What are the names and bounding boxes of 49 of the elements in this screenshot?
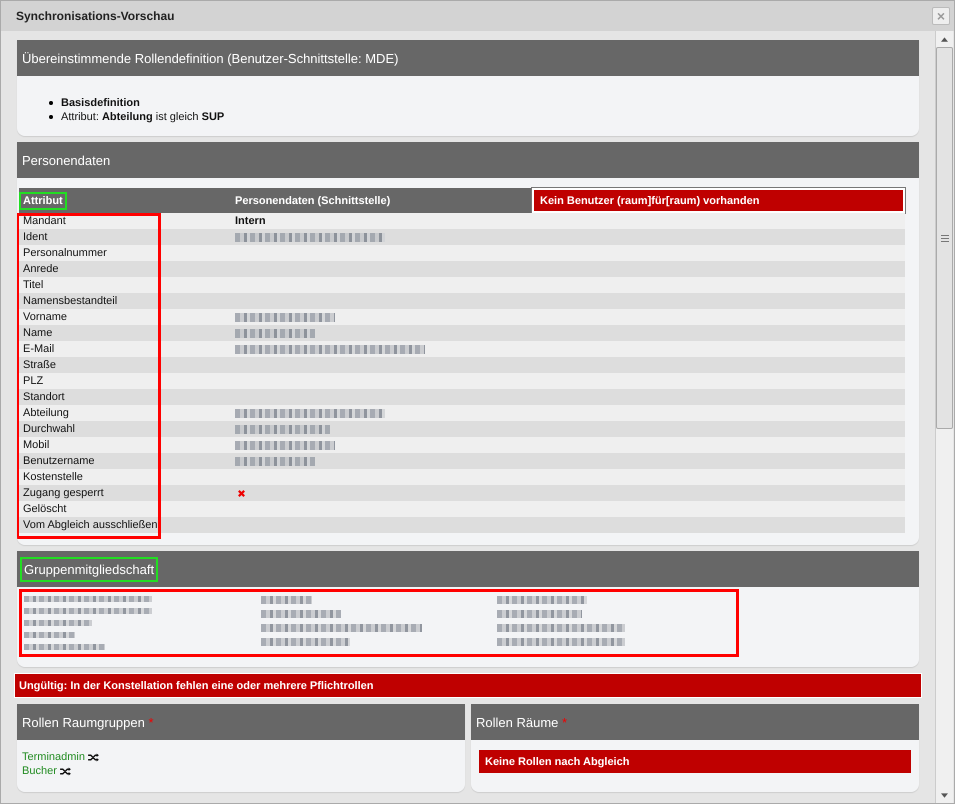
role-name: Bucher: [22, 764, 57, 778]
attribute-label: Gelöscht: [23, 503, 66, 515]
panel-title: Personendaten: [22, 152, 110, 168]
shuffle-icon: [60, 766, 71, 776]
error-message: Keine Rollen nach Abgleich: [479, 750, 911, 773]
attribute-label: E-Mail: [23, 343, 54, 355]
attribute-label: Benutzername: [23, 455, 95, 467]
panel-title: Rollen Raumgruppen *: [22, 714, 154, 730]
attribute-label: Vorname: [23, 311, 68, 323]
panel-title: Gruppenmitgliedschaft: [22, 558, 156, 580]
attribute-label: Titel: [23, 279, 44, 291]
attribute-label: Namensbestandteil: [23, 295, 118, 307]
attribute-label: Straße: [23, 359, 56, 371]
attribute-label: Mobil: [23, 439, 50, 451]
attribute-label: Vom Abgleich ausschließen: [23, 519, 158, 531]
attribute-label: Kostenstelle: [23, 471, 83, 483]
attribute-label: PLZ: [23, 375, 44, 387]
attribute-label: Abteilung: [23, 407, 69, 419]
bullet-icon: [49, 115, 53, 119]
definition-item: Basisdefinition: [61, 96, 140, 110]
shuffle-icon: [88, 752, 99, 762]
attribute-label: Durchwahl: [23, 423, 75, 435]
close-button[interactable]: ×: [932, 7, 950, 25]
column-header: Personendaten (Schnittstelle): [235, 194, 390, 206]
value-text: Intern: [235, 215, 266, 227]
attribute-label: Name: [23, 327, 52, 339]
scrollbar[interactable]: [935, 31, 953, 803]
blurred-group: [24, 620, 92, 626]
grip-icon: [940, 234, 948, 242]
panel-title: Übereinstimmende Rollendefinition (Benutzer-Schnittstelle: MDE): [22, 50, 398, 66]
up-arrow-icon[interactable]: [941, 36, 948, 42]
role-name: Terminadmin: [22, 750, 85, 764]
cross-icon: [237, 488, 246, 498]
definition-item: Attribut: Abteilung ist gleich SUP: [61, 110, 224, 124]
dialog-title: Synchronisations-Vorschau: [16, 9, 174, 23]
attribute-label: Anrede: [23, 263, 58, 275]
bullet-icon: [49, 101, 53, 105]
blurred-group: [260, 596, 312, 604]
column-header: Attribut: [21, 194, 65, 208]
blurred-group: [24, 632, 75, 638]
attribute-label: Standort: [23, 391, 65, 403]
panel-title: Rollen Räume *: [476, 714, 568, 730]
error-message: Kein Benutzer (raum]für[raum) vorhanden: [540, 194, 760, 206]
attribute-label: Mandant: [23, 215, 66, 227]
down-arrow-icon[interactable]: [941, 792, 948, 798]
attribute-label: Zugang gesperrt: [23, 487, 104, 499]
error-message: Ungültig: In der Konstellation fehlen eine oder mehrere Pflichtrollen: [19, 680, 374, 692]
attribute-label: Personalnummer: [23, 247, 107, 259]
attribute-label: Ident: [23, 231, 48, 243]
